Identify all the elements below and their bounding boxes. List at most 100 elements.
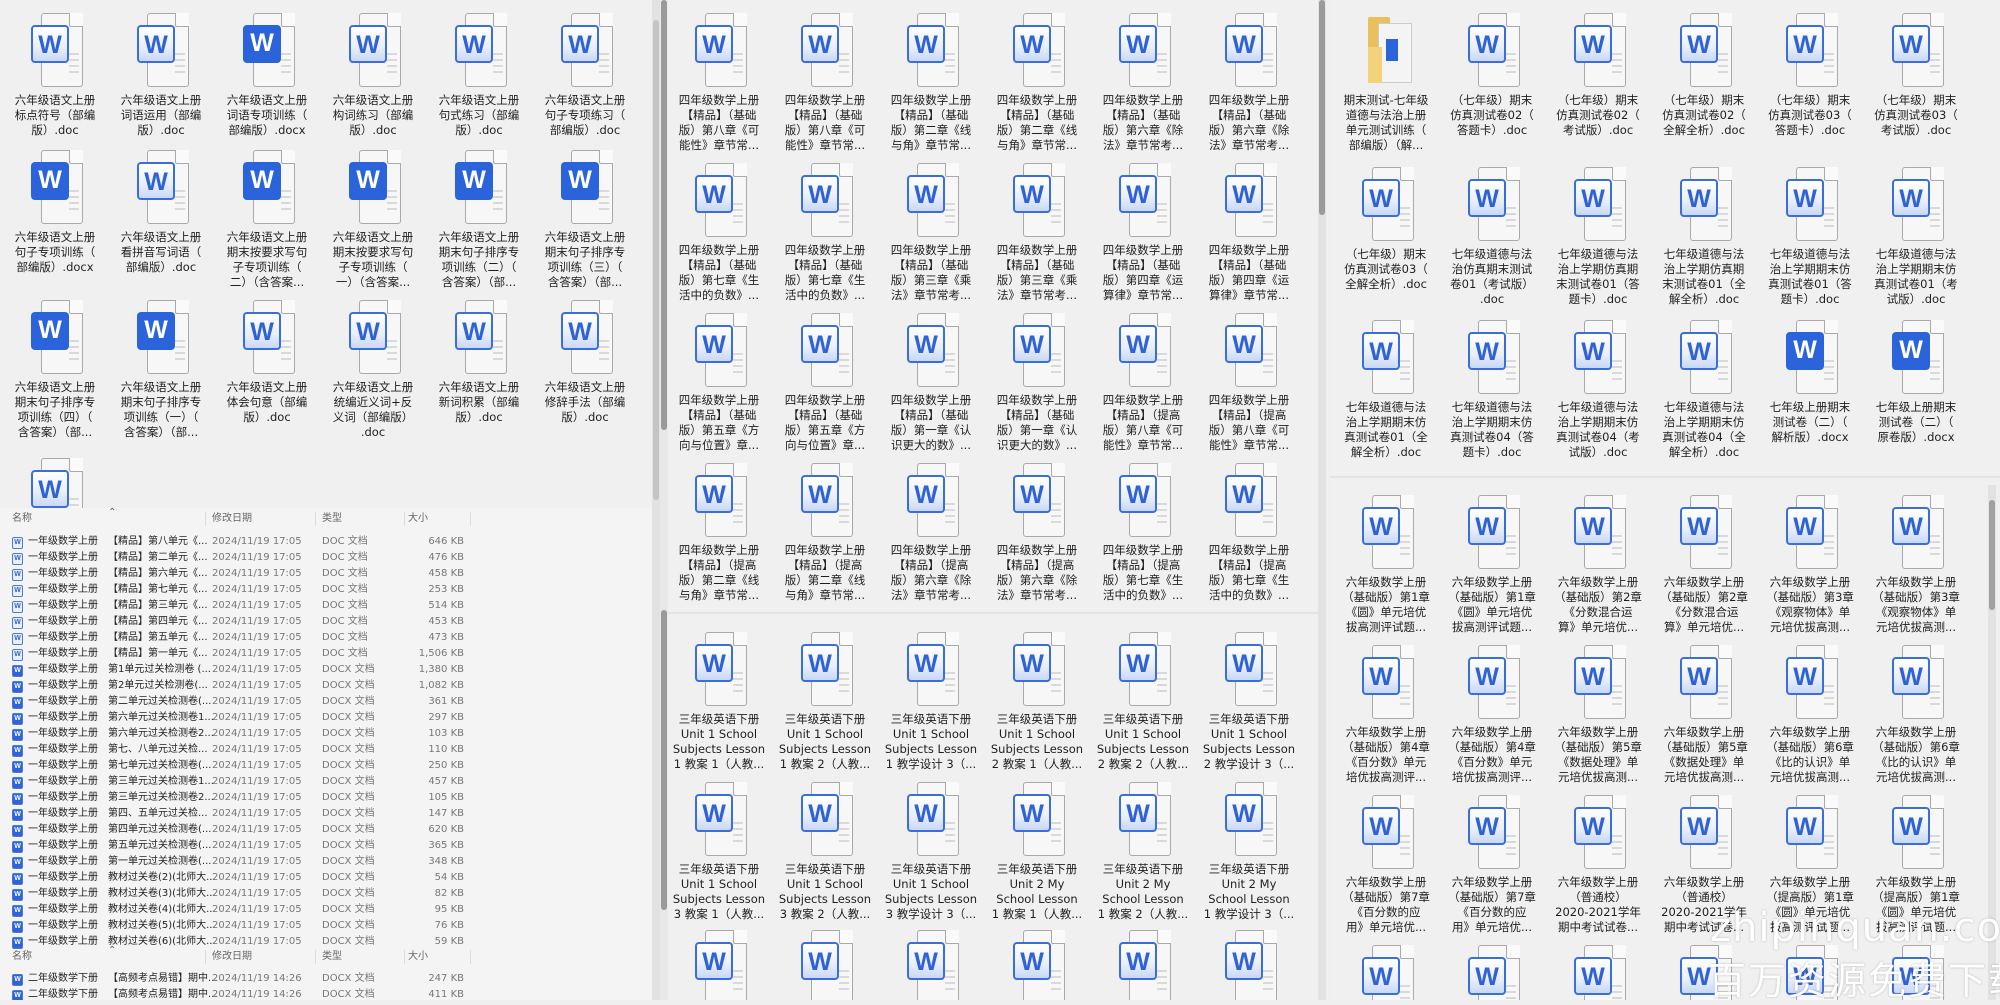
word-document-icon: W: [1362, 167, 1414, 241]
column-divider[interactable]: [470, 512, 471, 526]
word-file-icon: W: [12, 841, 23, 853]
list-item[interactable]: W 一年级数学上册 第六单元过关检测卷2... 2024/11/19 17:05 DOC…: [0, 726, 652, 742]
column-divider[interactable]: [205, 512, 206, 526]
word-document-icon: W: [137, 300, 189, 374]
word-document-icon: W: [243, 300, 295, 374]
list-item[interactable]: W 一年级数学上册 第2单元过关检测卷(... 2024/11/19 17:05 DOC…: [0, 678, 652, 694]
file-name: 七年级道德与法 治上学期仿真期 末测试卷01（答 题卡）.doc: [1556, 247, 1640, 306]
scrollbar-thumb[interactable]: [653, 20, 659, 500]
column-header-date[interactable]: 修改日期: [212, 510, 252, 528]
column-header-size[interactable]: 大小: [408, 948, 428, 966]
modified-date: 2024/11/19 17:05: [212, 744, 302, 755]
list-item[interactable]: W 一年级数学上册 第二单元过关检测卷(... 2024/11/19 17:05 DOC…: [0, 694, 652, 710]
file-name: 三年级英语下册 Unit 2 My School Lesson 1 教案 2（人…: [1097, 862, 1189, 921]
list-item[interactable]: W 一年级数学上册 第七单元过关检测卷(... 2024/11/19 17:05 DOC…: [0, 758, 652, 774]
file-name-prefix: 一年级数学上册: [28, 616, 98, 627]
word-document-icon: W: [1574, 167, 1626, 241]
file-type: DOCX 文档: [322, 856, 375, 867]
list-item[interactable]: W 一年级数学上册 教材过关卷(4)(北师大... 2024/11/19 17:05 D…: [0, 902, 652, 918]
modified-date: 2024/11/19 17:05: [212, 664, 302, 675]
file-name: 六年级数学上册 （基础版）第5章 《数据处理》单 元培优拔高测...: [1660, 725, 1748, 784]
list-item[interactable]: W 一年级数学上册 第六单元过关检测卷1... 2024/11/19 17:05 DOC…: [0, 710, 652, 726]
column-divider[interactable]: [470, 950, 471, 964]
file-name: （七年级）期末 仿真测试卷03（ 全解全析）.doc: [1344, 247, 1428, 291]
scrollbar-thumb[interactable]: [1989, 500, 1995, 610]
list-item[interactable]: W 一年级数学上册 【精品】第五单元《... 2024/11/19 17:05 DOC …: [0, 630, 652, 646]
list-item[interactable]: W 一年级数学上册 第三单元过关检测卷2... 2024/11/19 17:05 DOC…: [0, 790, 652, 806]
column-header-name[interactable]: 名称: [12, 510, 32, 528]
list-item[interactable]: W 一年级数学上册 【精品】第七单元《... 2024/11/19 17:05 DOC …: [0, 582, 652, 598]
column-header-name[interactable]: 名称: [12, 948, 32, 966]
list-item[interactable]: W 一年级数学上册 第1单元过关检测卷 (... 2024/11/19 17:05 DO…: [0, 662, 652, 678]
list-item[interactable]: W 一年级数学上册 教材过关卷(2)(北师大... 2024/11/19 17:05 D…: [0, 870, 652, 886]
file-name-prefix: 一年级数学上册: [28, 552, 98, 563]
word-document-icon: W: [561, 150, 613, 224]
list-item[interactable]: W 一年级数学上册 教材过关卷(3)(北师大... 2024/11/19 17:05 D…: [0, 886, 652, 902]
list-item[interactable]: W 一年级数学上册 【精品】第三单元《... 2024/11/19 17:05 DOC …: [0, 598, 652, 614]
column-header-date[interactable]: 修改日期: [212, 948, 252, 966]
middle-left-scrollbar[interactable]: [660, 0, 668, 1000]
list-item[interactable]: W 一年级数学上册 【精品】第四单元《... 2024/11/19 17:05 DOC …: [0, 614, 652, 630]
column-header-type[interactable]: 类型: [322, 948, 342, 966]
word-document-icon: W: [695, 930, 747, 1000]
list-item[interactable]: W 一年级数学上册 【精品】第六单元《... 2024/11/19 17:05 DOC …: [0, 566, 652, 582]
modified-date: 2024/11/19 17:05: [212, 776, 302, 787]
file-name: 第一单元过关检测卷(...: [108, 856, 212, 867]
word-document-icon: W: [561, 300, 613, 374]
file-explorer-left: W 六年级语文上册 标点符号（部编 版）.doc W 六年级语文上册 词语运用（部编 …: [0, 0, 652, 1000]
list-item[interactable]: W 一年级数学上册 【精品】第一单元《... 2024/11/19 17:05 DOC …: [0, 646, 652, 662]
list-item[interactable]: W 一年级数学上册 【精品】第八单元《... 2024/11/19 17:05 DOC …: [0, 534, 652, 550]
file-name: 六年级数学上册 （基础版）第7章 《百分数的应 用》单元培优...: [1448, 875, 1536, 934]
file-name: （七年级）期末 仿真测试卷03（ 考试版）.doc: [1874, 93, 1958, 137]
file-name: 七年级道德与法 治上学期期末仿 真测试卷04（全 解全析）.doc: [1662, 400, 1746, 459]
file-type: DOCX 文档: [322, 989, 375, 1000]
modified-date: 2024/11/19 14:26: [212, 973, 302, 984]
scrollbar-thumb[interactable]: [1319, 0, 1325, 215]
file-size: 473 KB: [428, 632, 464, 643]
file-size: 250 KB: [428, 760, 464, 771]
middle-right-scrollbar[interactable]: [1318, 0, 1326, 1000]
column-header-type[interactable]: 类型: [322, 510, 342, 528]
list-item[interactable]: W 一年级数学上册 第四单元过关检测卷(... 2024/11/19 17:05 DOC…: [0, 822, 652, 838]
list-item[interactable]: W 一年级数学上册 第七、八单元过关检... 2024/11/19 17:05 DOCX…: [0, 742, 652, 758]
file-size: 476 KB: [428, 552, 464, 563]
list-item[interactable]: W 一年级数学上册 第四、五单元过关检... 2024/11/19 17:05 DOCX…: [0, 806, 652, 822]
modified-date: 2024/11/19 17:05: [212, 840, 302, 851]
column-divider[interactable]: [315, 950, 316, 964]
column-divider[interactable]: [404, 950, 405, 964]
left-scrollbar[interactable]: [652, 0, 660, 1000]
file-name: 【精品】第六单元《...: [108, 568, 208, 579]
file-name: 四年级数学上册 【精品】（提高 版）第八章《可 能性》章节常...: [1102, 393, 1184, 452]
file-name: 第1单元过关检测卷 (...: [108, 664, 211, 675]
word-document-icon: W: [1786, 795, 1838, 869]
file-name: 三年级英语下册 Unit 1 School Subjects Lesson 2 …: [1202, 712, 1296, 771]
file-size: 453 KB: [428, 616, 464, 627]
file-name: 教材过关卷(4)(北师大...: [108, 904, 216, 915]
file-name-prefix: 一年级数学上册: [28, 904, 98, 915]
file-name: 六年级语文上册 词语专项训练（ 部编版）.docx: [226, 93, 308, 137]
modified-date: 2024/11/19 17:05: [212, 584, 302, 595]
file-type: DOC 文档: [322, 536, 368, 547]
column-divider[interactable]: [315, 512, 316, 526]
word-document-icon: W: [1468, 495, 1520, 569]
column-divider[interactable]: [404, 512, 405, 526]
file-type: DOCX 文档: [322, 904, 375, 915]
file-name: 第三单元过关检测卷1...: [108, 776, 214, 787]
column-divider[interactable]: [205, 950, 206, 964]
list-item[interactable]: W 一年级数学上册 【精品】第二单元《... 2024/11/19 17:05 DOC …: [0, 550, 652, 566]
list-item[interactable]: W 一年级数学上册 第一单元过关检测卷(... 2024/11/19 17:05 DOC…: [0, 854, 652, 870]
word-document-icon: W: [137, 150, 189, 224]
list-item[interactable]: W 一年级数学上册 教材过关卷(5)(北师大... 2024/11/19 17:05 D…: [0, 918, 652, 934]
file-name: 七年级道德与法 治上学期期末仿 真测试卷01（全 解全析）.doc: [1344, 400, 1428, 459]
file-name: 六年级语文上册 标点符号（部编 版）.doc: [14, 93, 96, 137]
list-item[interactable]: W 二年级数学下册 【高频考点易错】期中... 2024/11/19 14:26 DOC…: [0, 971, 652, 987]
list-item[interactable]: W 一年级数学上册 第三单元过关检测卷1... 2024/11/19 17:05 DOC…: [0, 774, 652, 790]
modified-date: 2024/11/19 17:05: [212, 712, 302, 723]
file-name: 六年级语文上册 句子专项训练（ 部编版）.docx: [14, 230, 96, 274]
list-item[interactable]: W 一年级数学上册 第五单元过关检测卷(... 2024/11/19 17:05 DOC…: [0, 838, 652, 854]
file-name: 六年级数学上册 （基础版）第7章 《百分数的应 用》单元培优...: [1342, 875, 1430, 934]
column-header-size[interactable]: 大小: [408, 510, 428, 528]
scrollbar-thumb[interactable]: [661, 610, 667, 910]
scrollbar-thumb[interactable]: [661, 0, 667, 430]
list-item[interactable]: W 二年级数学下册 【高频考点易错】期中... 2024/11/19 14:26 DOC…: [0, 987, 652, 1000]
